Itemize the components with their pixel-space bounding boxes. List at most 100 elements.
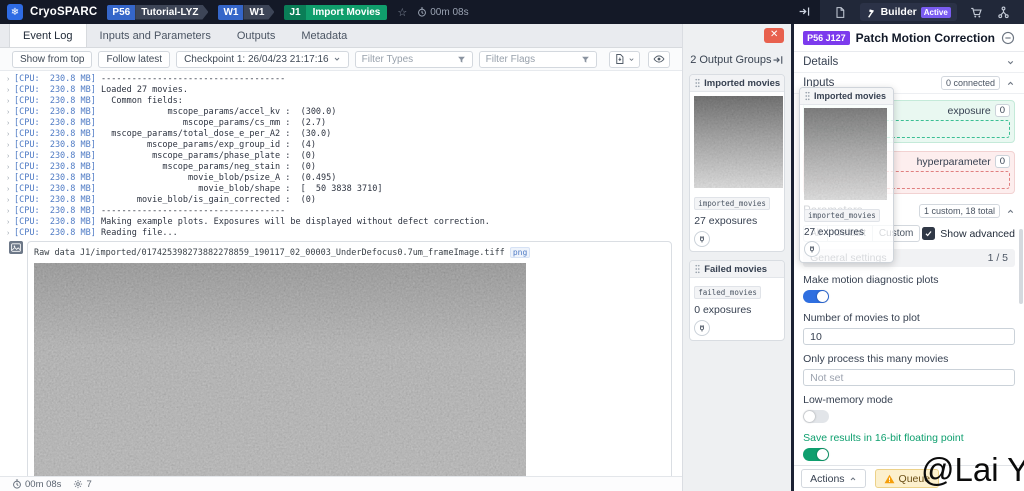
- document-icon[interactable]: [834, 6, 846, 19]
- job-badge[interactable]: J1: [284, 5, 305, 20]
- output-card-header[interactable]: Imported movies: [690, 75, 784, 92]
- builder-scrollbar[interactable]: [1019, 229, 1023, 304]
- project-name[interactable]: Tutorial-LYZ: [135, 5, 208, 20]
- output-card-title: Failed movies: [704, 264, 767, 275]
- log-line: ›[CPU: 230.8 MB] Making example plots. E…: [0, 217, 682, 228]
- expand-chevron-icon[interactable]: ›: [0, 74, 14, 85]
- eye-icon: [653, 53, 665, 65]
- expand-chevron-icon[interactable]: ›: [0, 140, 14, 151]
- toggle-make-motion-plots[interactable]: [803, 290, 829, 303]
- expand-chevron-icon[interactable]: ›: [0, 195, 14, 206]
- cart-icon[interactable]: [970, 6, 983, 19]
- png-link[interactable]: png: [510, 247, 530, 258]
- collapse-panel-icon[interactable]: [772, 54, 784, 66]
- tab-metadata[interactable]: Metadata: [288, 24, 360, 47]
- project-badge[interactable]: P56: [107, 5, 135, 20]
- checkpoint-dropdown[interactable]: Checkpoint 1: 26/04/23 21:17:16: [176, 51, 349, 68]
- expand-chevron-icon[interactable]: ›: [0, 228, 14, 239]
- drag-handle-icon[interactable]: [694, 264, 701, 274]
- checkbox-checked-icon[interactable]: [922, 227, 935, 240]
- toggle-low-memory[interactable]: [803, 410, 829, 423]
- tree-hierarchy-icon[interactable]: [997, 6, 1010, 19]
- output-tag: imported_movies: [694, 197, 770, 210]
- param-label: Only process this many movies: [803, 353, 1015, 365]
- drag-ghost-imported-movies[interactable]: Imported movies imported_movies 27 expos…: [799, 87, 894, 263]
- breadcrumb-project[interactable]: P56 Tutorial-LYZ: [107, 5, 208, 20]
- cryosparc-logo-icon[interactable]: ❄: [7, 4, 23, 20]
- show-advanced-label: Show advanced: [940, 228, 1015, 240]
- log-line: ›[CPU: 230.8 MB] mscope_params/cs_mm : (…: [0, 118, 682, 129]
- log-message: movie_blob/is_gain_corrected : (0): [101, 195, 316, 205]
- expand-chevron-icon[interactable]: ›: [0, 162, 14, 173]
- builder-active-badge: Active: [921, 7, 951, 18]
- log-line: ›[CPU: 230.8 MB] mscope_params/exp_group…: [0, 140, 682, 151]
- collapse-sidebar-icon[interactable]: [798, 5, 811, 18]
- expand-chevron-icon[interactable]: ›: [0, 96, 14, 107]
- follow-latest-button[interactable]: Follow latest: [98, 51, 170, 68]
- builder-button[interactable]: Builder Active: [860, 3, 957, 21]
- details-section-row[interactable]: Details: [794, 52, 1024, 73]
- show-from-top-button[interactable]: Show from top: [12, 51, 92, 68]
- log-line: ›[CPU: 230.8 MB] -----------------------…: [0, 74, 682, 85]
- output-thumbnail-image[interactable]: [694, 96, 783, 188]
- status-bar: 00m 08s 7: [0, 476, 682, 491]
- drag-handle-icon[interactable]: [694, 78, 701, 88]
- workspace-badge[interactable]: W1: [218, 5, 243, 20]
- expand-chevron-icon[interactable]: ›: [0, 206, 14, 217]
- close-button[interactable]: ✕: [764, 28, 784, 43]
- export-log-button[interactable]: [609, 51, 640, 68]
- breadcrumb-workspace[interactable]: W1 W1: [218, 5, 274, 20]
- connector-plug-icon[interactable]: [694, 320, 710, 336]
- actions-button[interactable]: Actions: [801, 469, 865, 488]
- log-cpu-prefix: [CPU: 230.8 MB]: [14, 107, 101, 117]
- job-name[interactable]: Import Movies: [306, 5, 388, 20]
- event-log-toolbar: Show from top Follow latest Checkpoint 1…: [0, 48, 682, 71]
- input-number-of-movies[interactable]: 10: [803, 328, 1015, 345]
- param-label: Make motion diagnostic plots: [803, 274, 1015, 286]
- chevron-down-icon: [628, 56, 635, 63]
- chevron-down-icon: [333, 55, 341, 63]
- connector-plug-icon[interactable]: [694, 231, 710, 247]
- micrograph-image[interactable]: [34, 263, 526, 476]
- breadcrumb-job[interactable]: J1 Import Movies: [284, 5, 387, 20]
- hammer-icon: [866, 7, 877, 18]
- filter-types-placeholder: Filter Types: [362, 54, 414, 65]
- status-notifications[interactable]: 7: [73, 479, 91, 490]
- output-card-header[interactable]: Failed movies: [690, 261, 784, 278]
- output-groups-panel: ✕ 2 Output Groups Imported movies import…: [682, 24, 791, 491]
- log-cpu-prefix: [CPU: 230.8 MB]: [14, 228, 101, 238]
- log-line: ›[CPU: 230.8 MB] movie_blob/psize_A : (0…: [0, 173, 682, 184]
- output-card-imported-movies[interactable]: Imported movies imported_movies 27 expos…: [689, 74, 785, 252]
- preview-eye-button[interactable]: [648, 51, 670, 68]
- input-only-process[interactable]: Not set: [803, 369, 1015, 386]
- expand-chevron-icon[interactable]: ›: [0, 129, 14, 140]
- toggle-16bit-float[interactable]: [803, 448, 829, 461]
- expand-chevron-icon[interactable]: ›: [0, 173, 14, 184]
- show-advanced-control[interactable]: Show advanced: [922, 227, 1015, 240]
- expand-chevron-icon[interactable]: ›: [0, 85, 14, 96]
- expand-chevron-icon[interactable]: ›: [0, 217, 14, 228]
- param-label: Number of movies to plot: [803, 312, 1015, 324]
- builder-title-row: P56 J127 Patch Motion Correction: [794, 24, 1024, 52]
- circle-minus-icon[interactable]: [1001, 31, 1015, 45]
- expand-chevron-icon[interactable]: ›: [0, 118, 14, 129]
- filter-types-input[interactable]: Filter Types: [355, 51, 473, 68]
- filter-flags-input[interactable]: Filter Flags: [479, 51, 597, 68]
- log-message: ------------------------------------: [101, 74, 285, 84]
- expand-chevron-icon[interactable]: ›: [0, 184, 14, 195]
- expand-chevron-icon[interactable]: ›: [0, 107, 14, 118]
- workspace-name[interactable]: W1: [243, 5, 274, 20]
- expand-chevron-icon[interactable]: ›: [0, 151, 14, 162]
- event-log[interactable]: ›[CPU: 230.8 MB] -----------------------…: [0, 71, 682, 476]
- output-card-failed-movies[interactable]: Failed movies failed_movies 0 exposures: [689, 260, 785, 341]
- top-bar: ❄ CryoSPARC P56 Tutorial-LYZ W1 W1 J1 Im…: [0, 0, 1024, 24]
- log-line: ›[CPU: 230.8 MB] Loaded 27 movies.: [0, 85, 682, 96]
- slot-name: exposure: [948, 105, 991, 117]
- favorite-star-icon[interactable]: ☆: [397, 6, 407, 19]
- tab-event-log[interactable]: Event Log: [9, 24, 87, 47]
- log-line: ›[CPU: 230.8 MB] Reading file...: [0, 228, 682, 239]
- tab-outputs[interactable]: Outputs: [224, 24, 289, 47]
- status-elapsed-label: 00m 08s: [25, 479, 61, 490]
- tab-inputs-parameters[interactable]: Inputs and Parameters: [87, 24, 224, 47]
- log-cpu-prefix: [CPU: 230.8 MB]: [14, 96, 101, 106]
